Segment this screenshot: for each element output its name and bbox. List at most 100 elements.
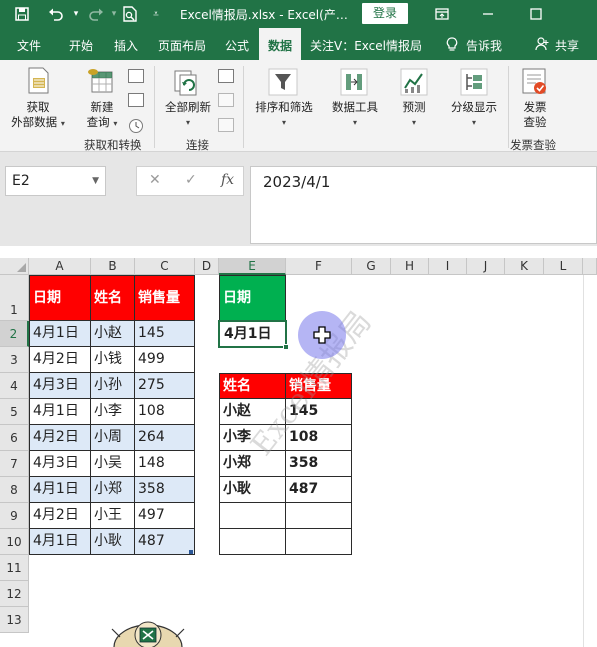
- undo-icon[interactable]: [46, 4, 66, 24]
- fill-handle[interactable]: [283, 344, 289, 350]
- row-header-10[interactable]: 10: [0, 529, 29, 555]
- table-cell[interactable]: 小孙: [91, 373, 135, 399]
- new-query-button[interactable]: 新建 查询 ▾: [82, 100, 122, 131]
- row-header-5[interactable]: 5: [0, 399, 29, 425]
- show-queries-icon[interactable]: [128, 69, 144, 83]
- table-cell[interactable]: 275: [135, 373, 195, 399]
- tab-home[interactable]: 开始: [69, 37, 93, 54]
- table-cell[interactable]: 4月2日: [29, 425, 91, 451]
- col-header-h[interactable]: H: [391, 258, 429, 275]
- row-header-11[interactable]: 11: [0, 555, 29, 581]
- table-cell[interactable]: [286, 503, 352, 529]
- worksheet-grid[interactable]: A B C D E F G H I J K L 1 2 3 4 5 6 7 8 …: [0, 246, 597, 647]
- row-header-9[interactable]: 9: [0, 503, 29, 529]
- enter-icon[interactable]: ✓: [185, 172, 197, 188]
- outline-button[interactable]: 分级显示 ▾: [443, 100, 505, 130]
- row-header-8[interactable]: 8: [0, 477, 29, 503]
- criteria-value-cell[interactable]: 4月1日: [218, 320, 287, 348]
- table-cell[interactable]: 4月1日: [29, 399, 91, 425]
- table-cell[interactable]: 小王: [91, 503, 135, 529]
- row-header-7[interactable]: 7: [0, 451, 29, 477]
- data-tools-button[interactable]: 数据工具 ▾: [325, 100, 385, 130]
- connections-icon[interactable]: [218, 69, 234, 83]
- tab-file[interactable]: 文件: [17, 37, 41, 54]
- criteria-header[interactable]: 日期: [219, 275, 286, 321]
- table-cell[interactable]: 小钱: [91, 347, 135, 373]
- row-header-6[interactable]: 6: [0, 425, 29, 451]
- tab-page-layout[interactable]: 页面布局: [158, 37, 206, 54]
- col-header-j[interactable]: J: [467, 258, 505, 275]
- redo-icon[interactable]: [86, 4, 106, 24]
- table-cell[interactable]: 487: [286, 477, 352, 503]
- tab-follow[interactable]: 关注V：Excel情报局: [310, 37, 422, 54]
- sort-filter-button[interactable]: 排序和筛选 ▾: [249, 100, 319, 130]
- name-box[interactable]: E2 ▼: [5, 166, 106, 196]
- maximize-icon[interactable]: [526, 4, 546, 24]
- table-cell[interactable]: 4月3日: [29, 451, 91, 477]
- col-header-c[interactable]: C: [135, 258, 195, 275]
- col-header-g[interactable]: G: [352, 258, 391, 275]
- properties-icon[interactable]: [218, 93, 234, 107]
- col-header-b[interactable]: B: [91, 258, 135, 275]
- row-header-2[interactable]: 2: [0, 321, 29, 347]
- tell-me-search[interactable]: 告诉我: [466, 37, 502, 54]
- table-cell[interactable]: 4月1日: [29, 529, 91, 555]
- forecast-button[interactable]: 预测 ▾: [392, 100, 436, 130]
- table-cell[interactable]: 487: [135, 529, 195, 555]
- table-cell[interactable]: 小李: [91, 399, 135, 425]
- edit-links-icon[interactable]: [218, 118, 234, 132]
- row-header-12[interactable]: 12: [0, 581, 29, 607]
- table-cell[interactable]: 小吴: [91, 451, 135, 477]
- col-header-f[interactable]: F: [286, 258, 352, 275]
- table-cell[interactable]: 358: [286, 451, 352, 477]
- restore-icon[interactable]: [432, 4, 452, 24]
- col-header-e[interactable]: E: [219, 258, 286, 275]
- table-cell[interactable]: 145: [135, 321, 195, 347]
- tab-insert[interactable]: 插入: [114, 37, 138, 54]
- table-cell[interactable]: 4月2日: [29, 347, 91, 373]
- table-resize-handle[interactable]: [189, 550, 193, 554]
- from-table-icon[interactable]: [128, 93, 144, 107]
- table-cell[interactable]: 4月1日: [29, 477, 91, 503]
- row-header-1[interactable]: 1: [0, 275, 29, 321]
- table-cell[interactable]: 小赵: [91, 321, 135, 347]
- save-icon[interactable]: [12, 4, 32, 24]
- row-header-3[interactable]: 3: [0, 347, 29, 373]
- col-header-i[interactable]: I: [429, 258, 467, 275]
- refresh-all-button[interactable]: 全部刷新 ▾: [160, 100, 216, 130]
- col-header-l[interactable]: L: [544, 258, 583, 275]
- table-cell[interactable]: 358: [135, 477, 195, 503]
- invoice-check-button[interactable]: 发票 查验: [512, 100, 558, 130]
- table-cell[interactable]: [219, 503, 286, 529]
- row-header-13[interactable]: 13: [0, 607, 29, 633]
- table-cell[interactable]: 4月2日: [29, 503, 91, 529]
- main-header-date[interactable]: 日期: [29, 275, 91, 321]
- get-external-data-button[interactable]: 获取 外部数据 ▾: [6, 100, 70, 131]
- undo-dropdown-icon[interactable]: ▾: [66, 4, 86, 24]
- table-cell[interactable]: 148: [135, 451, 195, 477]
- table-cell[interactable]: 499: [135, 347, 195, 373]
- print-preview-icon[interactable]: [120, 4, 140, 24]
- table-cell[interactable]: [219, 529, 286, 555]
- table-cell[interactable]: 108: [135, 399, 195, 425]
- customize-icon[interactable]: ⩡: [146, 4, 166, 24]
- cancel-icon[interactable]: ✕: [149, 172, 161, 188]
- insert-function-icon[interactable]: fx: [221, 172, 234, 188]
- chevron-down-icon[interactable]: ▼: [92, 167, 99, 195]
- table-cell[interactable]: 小周: [91, 425, 135, 451]
- table-cell[interactable]: 497: [135, 503, 195, 529]
- tab-data[interactable]: 数据: [259, 28, 302, 60]
- tab-formulas[interactable]: 公式: [225, 37, 249, 54]
- main-header-sales[interactable]: 销售量: [135, 275, 195, 321]
- main-header-name[interactable]: 姓名: [91, 275, 135, 321]
- minimize-icon[interactable]: [478, 4, 498, 24]
- table-cell[interactable]: 4月3日: [29, 373, 91, 399]
- table-cell[interactable]: 小郑: [91, 477, 135, 503]
- col-header-partial[interactable]: [583, 258, 597, 275]
- select-all-button[interactable]: [0, 258, 29, 275]
- table-cell[interactable]: 小耿: [219, 477, 286, 503]
- row-header-4[interactable]: 4: [0, 373, 29, 399]
- table-cell[interactable]: [286, 529, 352, 555]
- share-button[interactable]: 共享: [555, 37, 579, 54]
- col-header-d[interactable]: D: [195, 258, 219, 275]
